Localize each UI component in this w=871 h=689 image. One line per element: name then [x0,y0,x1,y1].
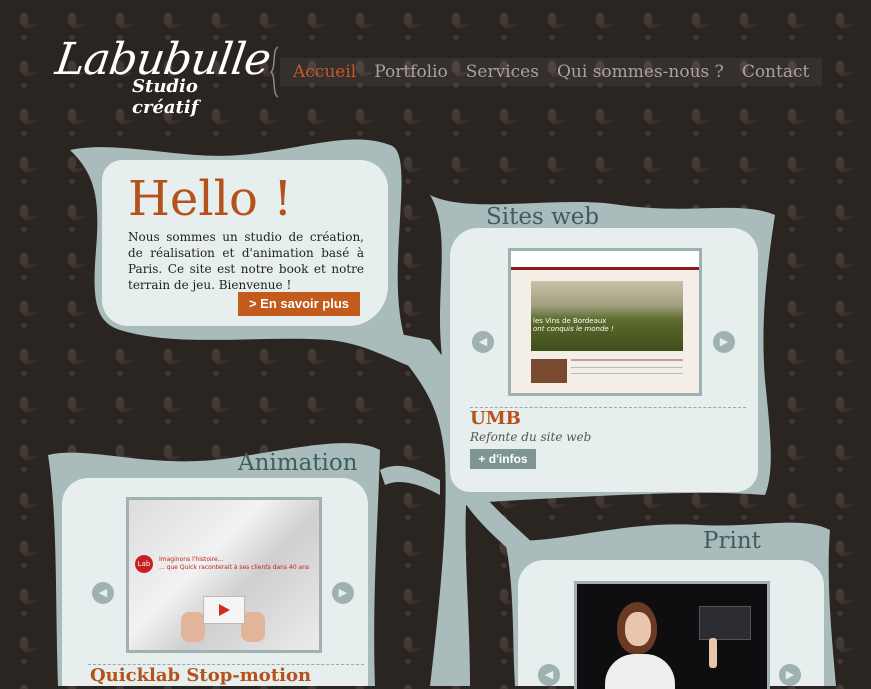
hello-text: Nous sommes un studio de création, de ré… [128,230,364,292]
animation-next-arrow-icon[interactable]: ▶ [332,582,354,604]
hello-heading: Hello ! [128,171,293,227]
animation-shot-line2: ... que Quick raconterait à ses clients … [159,564,310,571]
learn-more-button[interactable]: > En savoir plus [238,292,360,316]
web-section-title: Sites web [486,204,600,230]
animation-prev-arrow-icon[interactable]: ◀ [92,582,114,604]
play-button[interactable] [203,596,245,624]
print-image[interactable] [574,581,770,689]
play-icon [219,604,230,616]
animation-section-title: Animation [238,450,358,476]
web-more-info-button[interactable]: + d'infos [470,449,536,469]
web-project-title[interactable]: UMB [470,408,521,429]
web-prev-arrow-icon[interactable]: ◀ [472,331,494,353]
web-shot-headline: les Vins de Bordeaux [533,317,607,325]
web-next-arrow-icon[interactable]: ▶ [713,331,735,353]
web-shot-tagline: ont conquis le monde ! [533,325,614,333]
web-project-subtitle: Refonte du site web [470,430,592,444]
print-section-title: Print [703,528,761,554]
animation-shot-line1: Imaginons l'histoire... [159,556,224,563]
animation-video-thumbnail[interactable]: Lab Imaginons l'histoire... ... que Quic… [126,497,322,653]
lab-badge: Lab [135,555,153,573]
print-prev-arrow-icon[interactable]: ◀ [538,664,560,686]
animation-project-title[interactable]: Quicklab Stop-motion [90,665,311,686]
print-next-arrow-icon[interactable]: ▶ [779,664,801,686]
web-screenshot[interactable]: les Vins de Bordeaux ont conquis le mond… [508,248,702,396]
